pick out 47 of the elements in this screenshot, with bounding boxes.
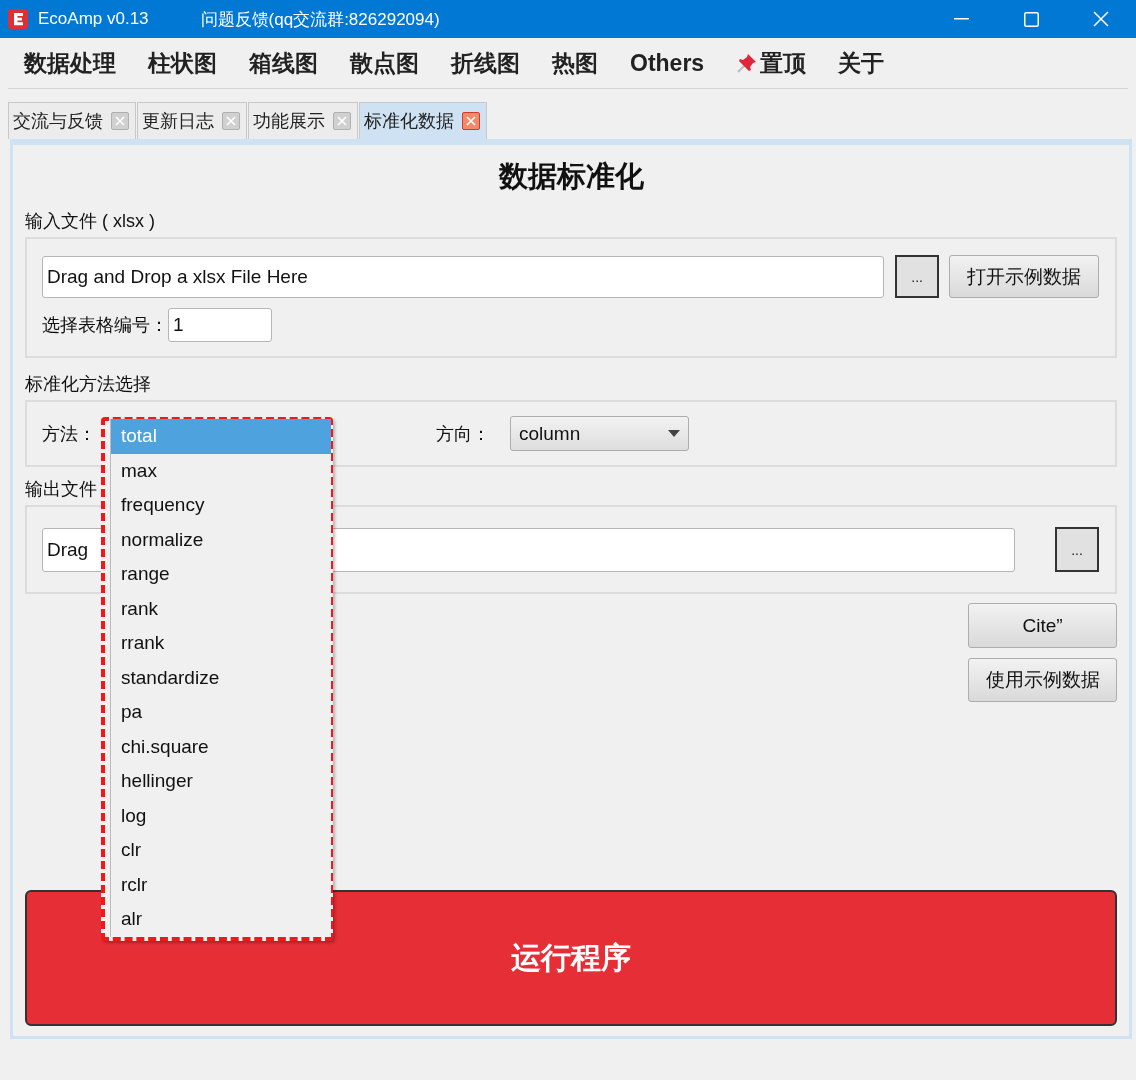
menu-item[interactable]: Others: [620, 43, 715, 83]
sheet-number-field[interactable]: 1: [168, 308, 272, 342]
dropdown-option[interactable]: rank: [111, 591, 331, 626]
dropdown-option[interactable]: hellinger: [111, 764, 331, 799]
dropdown-option[interactable]: log: [111, 798, 331, 833]
window-subtitle: 问题反馈(qq交流群:826292094): [200, 8, 440, 31]
section-label: 输入文件 ( xlsx ): [25, 210, 156, 233]
dropdown-option[interactable]: max: [111, 453, 331, 488]
maximize-icon[interactable]: [1023, 11, 1039, 27]
menu-item[interactable]: 折线图: [441, 43, 530, 83]
file-input-field[interactable]: Drag and Drop a xlsx File Here: [42, 255, 885, 298]
dropdown-option[interactable]: frequency: [111, 488, 331, 523]
menu-item[interactable]: 散点图: [340, 43, 429, 83]
method-label: 方法：: [42, 422, 96, 446]
minimize-icon[interactable]: [953, 18, 969, 20]
cite-button[interactable]: Cite”: [968, 603, 1117, 648]
menu-item[interactable]: 热图: [542, 43, 608, 83]
dropdown-option[interactable]: standardize: [111, 660, 331, 695]
example-data-button[interactable]: 使用示例数据: [968, 658, 1117, 702]
app-logo-icon: [8, 9, 28, 29]
dropdown-option[interactable]: rrank: [111, 626, 331, 661]
tab[interactable]: 功能展示: [248, 102, 358, 139]
window-title: EcoAmp v0.13: [38, 9, 149, 29]
browse-button[interactable]: ...: [1055, 527, 1099, 572]
dropdown-option[interactable]: chi.square: [111, 729, 331, 764]
dropdown-option[interactable]: clr: [111, 833, 331, 868]
dropdown-option[interactable]: alr: [111, 902, 331, 937]
menu-item[interactable]: 数据处理: [14, 43, 126, 83]
caret-icon: [668, 430, 680, 437]
menu-item[interactable]: 柱状图: [138, 43, 227, 83]
tab[interactable]: 交流与反馈: [8, 102, 136, 139]
tab[interactable]: 更新日志: [137, 102, 247, 139]
menu-item[interactable]: 关于: [828, 43, 895, 83]
open-example-button[interactable]: 打开示例数据: [949, 255, 1099, 298]
direction-dropdown[interactable]: column: [510, 416, 689, 451]
browse-button[interactable]: ...: [895, 255, 940, 298]
pushpin-icon: [736, 52, 759, 74]
menu-item[interactable]: 箱线图: [239, 43, 328, 83]
sheet-number-label: 选择表格编号：: [42, 314, 168, 337]
page-title: 数据标准化: [497, 159, 645, 194]
section-label: 标准化方法选择: [25, 373, 152, 396]
dropdown-option[interactable]: pa: [111, 695, 331, 730]
menu-item[interactable]: 置顶: [726, 43, 817, 83]
tab[interactable]: 标准化数据: [359, 102, 487, 139]
direction-label: 方向：: [436, 422, 490, 446]
section-label: 输出文件: [25, 478, 98, 501]
close-icon[interactable]: [462, 112, 480, 130]
